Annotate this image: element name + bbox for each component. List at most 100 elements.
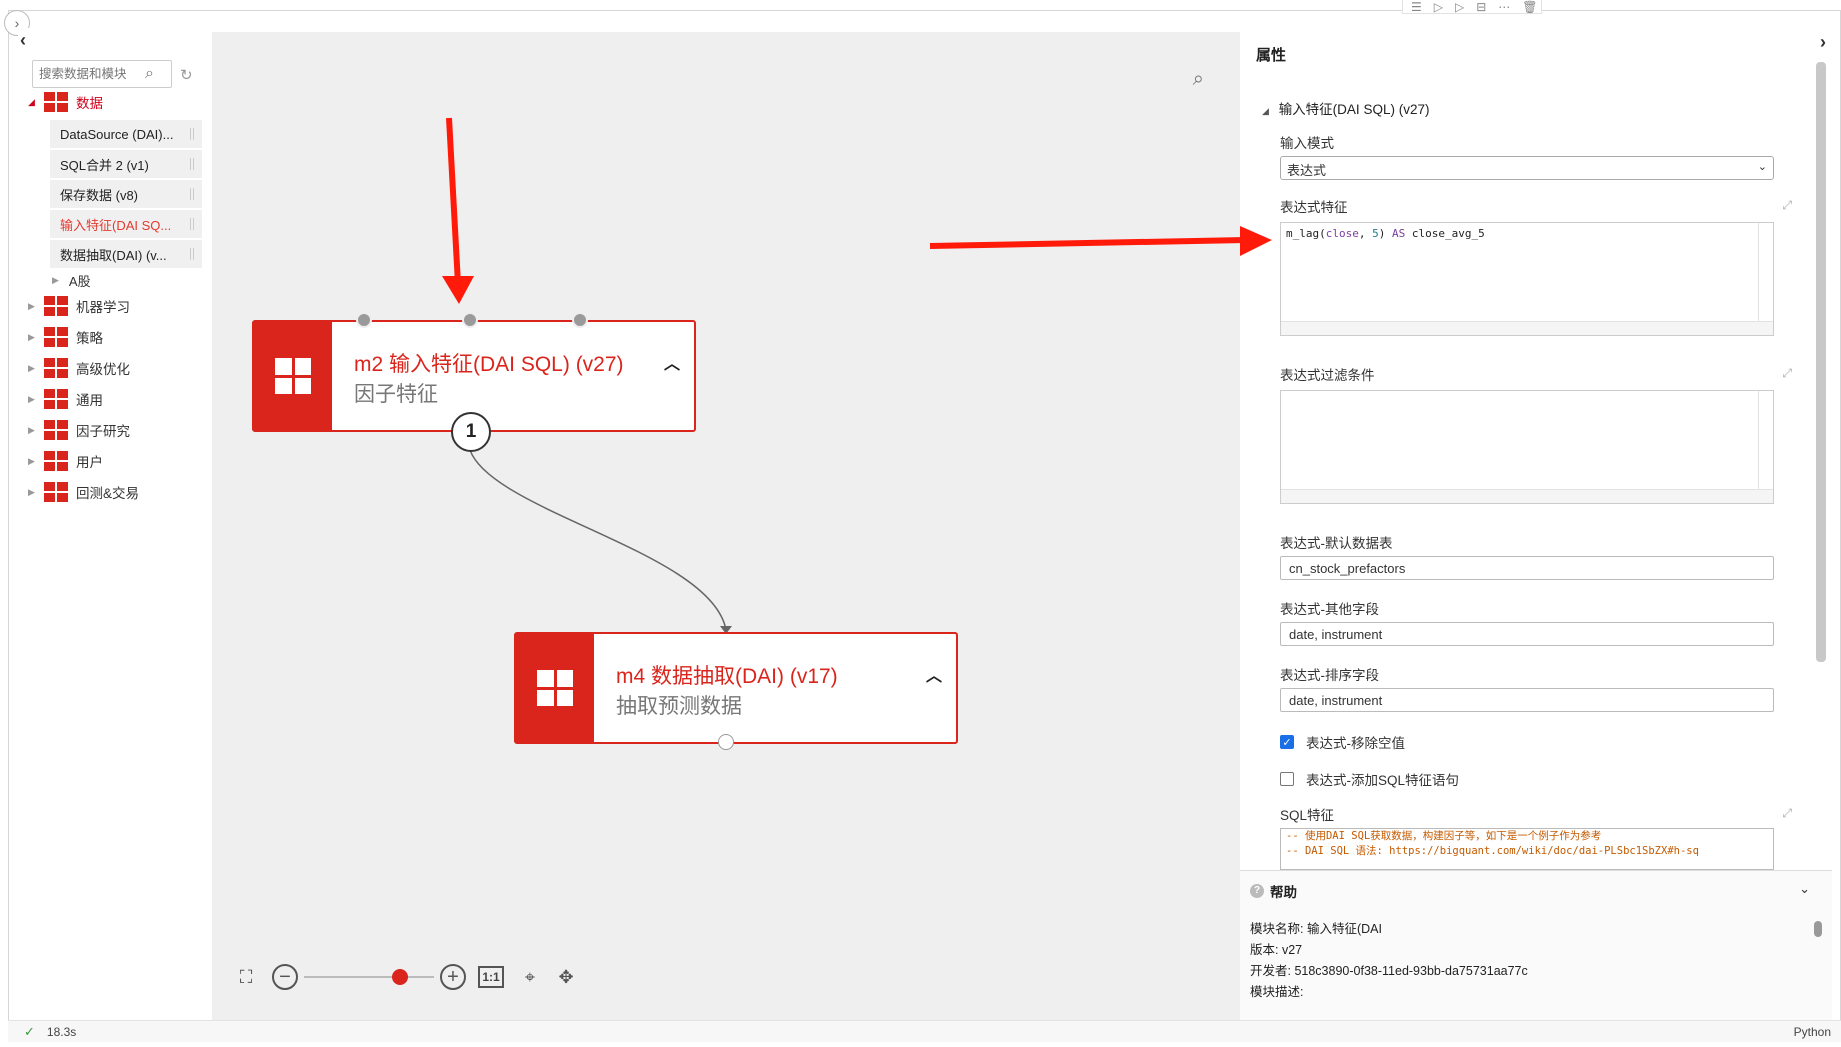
more-icon[interactable]: ⋯ xyxy=(1498,0,1510,14)
caret-down-icon: ◢ xyxy=(1262,106,1269,116)
category-label: 用户 xyxy=(76,455,103,470)
zoom-out-icon[interactable]: − xyxy=(272,964,298,990)
editor-hscroll[interactable] xyxy=(1281,489,1773,503)
workflow-node-m4[interactable]: m4 数据抽取(DAI) (v17) 抽取预测数据 ︿ xyxy=(514,632,958,744)
sidebar-module-item[interactable]: DataSource (DAI)... xyxy=(50,120,202,148)
module-label: 输入特征(DAI SQ... xyxy=(60,217,172,233)
editor-gutter xyxy=(1758,223,1759,321)
sidebar-category-user[interactable]: ▶ 用户 xyxy=(28,449,103,473)
default-table-input[interactable]: cn_stock_prefactors xyxy=(1280,556,1774,580)
select-value: 表达式 xyxy=(1287,163,1327,178)
search-input[interactable] xyxy=(39,67,145,81)
module-label: 数据抽取(DAI) (v... xyxy=(60,247,167,263)
sidebar-folder-a-share[interactable]: ▶ A股 xyxy=(52,271,91,290)
module-label: DataSource (DAI)... xyxy=(60,126,174,142)
other-fields-input[interactable]: date, instrument xyxy=(1280,622,1774,646)
category-label: 回测&交易 xyxy=(76,486,140,501)
list-icon[interactable]: ☰ xyxy=(1411,0,1422,14)
zoom-slider[interactable] xyxy=(304,969,434,985)
center-view-icon[interactable]: ⌖ xyxy=(516,963,544,991)
remove-null-checkbox[interactable]: ✓ xyxy=(1280,735,1294,749)
module-section-title[interactable]: ◢ 输入特征(DAI SQL) (v27) xyxy=(1262,98,1429,118)
sidebar-category-factor[interactable]: ▶ 因子研究 xyxy=(28,418,130,442)
drag-handle-icon[interactable] xyxy=(190,128,194,140)
module-grid-icon xyxy=(44,420,68,440)
help-scrollbar[interactable] xyxy=(1814,921,1822,937)
expr-filter-editor[interactable] xyxy=(1280,390,1774,504)
sidebar-category-backtest[interactable]: ▶ 回测&交易 xyxy=(28,480,139,504)
chevron-up-icon[interactable]: ︿ xyxy=(664,350,680,374)
chevron-down-icon[interactable]: ⌄ xyxy=(1799,881,1810,897)
pan-icon[interactable]: ✥ xyxy=(552,963,580,991)
expand-editor-icon[interactable]: ⤢ xyxy=(1782,366,1792,381)
collapse-panel-icon[interactable]: › xyxy=(1820,32,1826,53)
expand-editor-icon[interactable]: ⤢ xyxy=(1782,806,1792,821)
help-content: 模块名称: 输入特征(DAI 版本: v27 开发者: 518c3890-0f3… xyxy=(1250,919,1528,1003)
properties-panel: 属性 › ◢ 输入特征(DAI SQL) (v27) 输入模式 表达式 ⌄ 表达… xyxy=(1240,32,1832,870)
fit-view-icon[interactable]: ⛶ xyxy=(232,963,260,991)
remove-null-option[interactable]: ✓ 表达式-移除空值 xyxy=(1280,732,1405,752)
caret-down-icon: ◢ xyxy=(28,96,35,107)
sidebar-category-general[interactable]: ▶ 通用 xyxy=(28,387,103,411)
sidebar-module-item[interactable]: SQL合并 2 (v1) xyxy=(50,150,202,178)
editor-gutter xyxy=(1758,391,1759,489)
sidebar-module-item[interactable]: 数据抽取(DAI) (v... xyxy=(50,240,202,268)
module-label: 保存数据 (v8) xyxy=(60,187,139,203)
panel-title: 属性 xyxy=(1256,47,1287,64)
search-icon[interactable]: ⌕ xyxy=(145,65,154,83)
zoom-in-icon[interactable]: + xyxy=(440,964,466,990)
editor-hscroll[interactable] xyxy=(1281,321,1773,335)
output-port-badge[interactable]: 1 xyxy=(451,412,491,452)
zoom-slider-knob[interactable] xyxy=(392,969,409,985)
other-fields-label: 表达式-其他字段 xyxy=(1280,602,1379,617)
actual-size-button[interactable]: 1:1 xyxy=(478,966,504,988)
input-mode-select[interactable]: 表达式 ⌄ xyxy=(1280,156,1774,180)
sort-fields-label: 表达式-排序字段 xyxy=(1280,668,1379,683)
sidebar-module-item[interactable]: 保存数据 (v8) xyxy=(50,180,202,208)
sort-fields-input[interactable]: date, instrument xyxy=(1280,688,1774,712)
refresh-icon[interactable]: ↻ xyxy=(180,66,193,84)
node-subtitle: 抽取预测数据 xyxy=(616,695,742,718)
input-port[interactable] xyxy=(462,312,478,328)
sidebar-category-optimize[interactable]: ▶ 高级优化 xyxy=(28,356,130,380)
run-icon[interactable]: ▷ xyxy=(1434,0,1443,14)
sql-features-editor[interactable]: -- 使用DAI SQL获取数据，构建因子等，如下是一个例子作为参考 -- DA… xyxy=(1280,828,1774,870)
drag-handle-icon[interactable] xyxy=(190,248,194,260)
expand-editor-icon[interactable]: ⤢ xyxy=(1782,198,1792,213)
connection-layer xyxy=(469,449,732,634)
sidebar-category-strategy[interactable]: ▶ 策略 xyxy=(28,325,103,349)
module-grid-icon xyxy=(44,451,68,471)
caret-right-icon: ▶ xyxy=(28,486,35,497)
split-icon[interactable]: ⊟ xyxy=(1476,0,1486,14)
sidebar-collapse-icon[interactable]: ‹ xyxy=(20,30,26,51)
sidebar-module-item-selected[interactable]: 输入特征(DAI SQ... xyxy=(50,210,202,238)
node-subtitle: 因子特征 xyxy=(354,383,438,406)
expr-features-label: 表达式特征 xyxy=(1280,200,1348,215)
properties-scrollbar[interactable] xyxy=(1816,62,1826,662)
input-port[interactable] xyxy=(572,312,588,328)
expr-features-editor[interactable]: m_lag(close, 5) AS close_avg_5 xyxy=(1280,222,1774,336)
add-sql-checkbox[interactable] xyxy=(1280,772,1294,786)
workflow-canvas[interactable]: ⌕ m2 输入特征(DAI SQL) (v27) 因子特征 ︿ 1 m4 数据抽… xyxy=(212,32,1240,1020)
caret-right-icon: ▶ xyxy=(28,300,35,311)
delete-icon[interactable]: 🗑 xyxy=(1522,0,1537,14)
sidebar-category-data[interactable]: ◢ 数据 xyxy=(28,90,103,114)
help-title: 帮助 xyxy=(1270,885,1297,900)
output-port[interactable] xyxy=(718,734,734,750)
drag-handle-icon[interactable] xyxy=(190,188,194,200)
sql-features-label: SQL特征 xyxy=(1280,808,1335,823)
sidebar-category-ml[interactable]: ▶ 机器学习 xyxy=(28,294,130,318)
folder-label: A股 xyxy=(68,274,91,289)
help-header[interactable]: ? 帮助 xyxy=(1250,881,1297,901)
input-port[interactable] xyxy=(356,312,372,328)
status-bar: ✓ 18.3s Python xyxy=(8,1020,1841,1042)
drag-handle-icon[interactable] xyxy=(190,218,194,230)
drag-handle-icon[interactable] xyxy=(190,158,194,170)
help-panel: ? 帮助 ⌄ 模块名称: 输入特征(DAI 版本: v27 开发者: 518c3… xyxy=(1240,870,1832,1020)
connection-edge xyxy=(469,449,727,631)
help-line: 版本: v27 xyxy=(1250,943,1303,957)
run-step-icon[interactable]: ▷ xyxy=(1455,0,1464,14)
add-sql-option[interactable]: 表达式-添加SQL特征语句 xyxy=(1280,769,1459,789)
chevron-up-icon[interactable]: ︿ xyxy=(926,662,942,686)
kernel-language: Python xyxy=(1793,1025,1831,1039)
